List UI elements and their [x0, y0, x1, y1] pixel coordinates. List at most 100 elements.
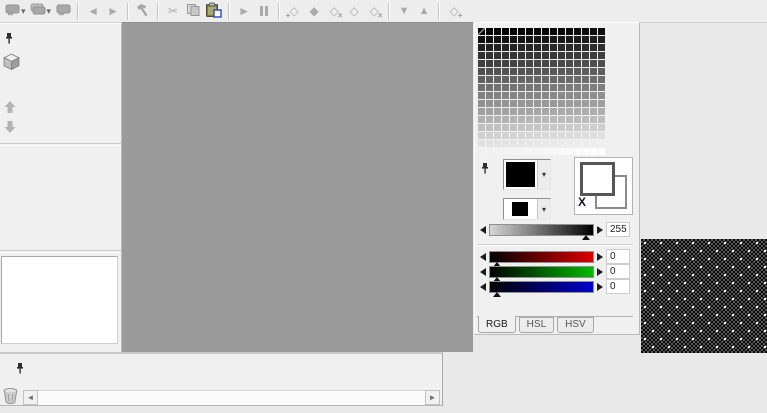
- palette-cell[interactable]: [502, 28, 509, 35]
- palette-cell[interactable]: [542, 36, 549, 43]
- palette-cell[interactable]: [478, 100, 485, 107]
- palette-cell[interactable]: [478, 60, 485, 67]
- palette-cell[interactable]: [478, 52, 485, 59]
- palette-cell[interactable]: [566, 92, 573, 99]
- palette-cell[interactable]: [526, 140, 533, 147]
- palette-cell[interactable]: [494, 148, 501, 155]
- palette-cell[interactable]: [590, 28, 597, 35]
- palette-cell[interactable]: [542, 116, 549, 123]
- palette-cell[interactable]: [574, 68, 581, 75]
- palette-cell[interactable]: [518, 60, 525, 67]
- palette-cell[interactable]: [542, 76, 549, 83]
- palette-cell[interactable]: [510, 60, 517, 67]
- palette-cell[interactable]: [542, 28, 549, 35]
- palette-cell[interactable]: [598, 76, 605, 83]
- palette-cell[interactable]: [558, 76, 565, 83]
- palette-cell[interactable]: [574, 36, 581, 43]
- palette-cell[interactable]: [494, 92, 501, 99]
- palette-cell[interactable]: [526, 76, 533, 83]
- palette-cell[interactable]: [558, 68, 565, 75]
- move-frame-down-button[interactable]: ▼: [394, 1, 414, 21]
- secondary-color-combo[interactable]: ▾: [503, 198, 551, 220]
- palette-cell[interactable]: [478, 84, 485, 91]
- play-button[interactable]: ►: [234, 1, 254, 21]
- palette-cell[interactable]: [566, 116, 573, 123]
- preview-window[interactable]: [641, 239, 767, 353]
- palette-cell[interactable]: [478, 76, 485, 83]
- palette-cell[interactable]: [494, 140, 501, 147]
- palette-cell[interactable]: [582, 148, 589, 155]
- palette-cell[interactable]: [566, 84, 573, 91]
- palette-cell[interactable]: [566, 100, 573, 107]
- palette-cell[interactable]: [590, 36, 597, 43]
- next-frame-button[interactable]: ►: [103, 1, 123, 21]
- palette-cell[interactable]: [574, 84, 581, 91]
- palette-cell[interactable]: [582, 28, 589, 35]
- palette-cell[interactable]: [582, 60, 589, 67]
- palette-cell[interactable]: [566, 44, 573, 51]
- palette-cell[interactable]: [486, 84, 493, 91]
- capture-single-button[interactable]: [53, 1, 73, 21]
- palette-cell[interactable]: [598, 148, 605, 155]
- palette-cell[interactable]: [502, 68, 509, 75]
- palette-cell[interactable]: [590, 76, 597, 83]
- hscroll-right-button[interactable]: ►: [425, 390, 440, 405]
- palette-cell[interactable]: [510, 108, 517, 115]
- palette-cell[interactable]: [582, 52, 589, 59]
- palette-cell[interactable]: [566, 28, 573, 35]
- hscroll-track[interactable]: [38, 390, 425, 405]
- palette-cell[interactable]: [534, 116, 541, 123]
- palette-cell[interactable]: [502, 100, 509, 107]
- palette-cell[interactable]: [478, 44, 485, 51]
- palette-cell[interactable]: [550, 60, 557, 67]
- palette-cell[interactable]: [518, 148, 525, 155]
- palette-cell[interactable]: [486, 76, 493, 83]
- palette-cell[interactable]: [526, 100, 533, 107]
- palette-cell[interactable]: [502, 36, 509, 43]
- trash-icon[interactable]: [2, 387, 19, 408]
- palette-cell[interactable]: [590, 124, 597, 131]
- palette-cell[interactable]: [502, 52, 509, 59]
- blue-slider-decrement[interactable]: [480, 282, 486, 291]
- palette-cell[interactable]: [542, 92, 549, 99]
- palette-cell[interactable]: [510, 76, 517, 83]
- palette-cell[interactable]: [574, 92, 581, 99]
- red-value-input[interactable]: [606, 249, 630, 264]
- palette-cell[interactable]: [542, 100, 549, 107]
- alpha-slider-thumb[interactable]: [582, 234, 590, 240]
- capture-multi-dropdown-button[interactable]: ▾: [28, 1, 54, 21]
- palette-cell[interactable]: [574, 116, 581, 123]
- palette-cell[interactable]: [590, 132, 597, 139]
- onion-skin-button[interactable]: ◇ +: [444, 1, 464, 21]
- green-value-input[interactable]: [606, 264, 630, 279]
- palette-cell[interactable]: [558, 92, 565, 99]
- palette-cell[interactable]: [502, 116, 509, 123]
- delete-all-frames-button[interactable]: ◇ ×: [364, 1, 384, 21]
- palette-cell[interactable]: [542, 132, 549, 139]
- palette-cell[interactable]: [558, 108, 565, 115]
- palette-cell[interactable]: [534, 100, 541, 107]
- palette-cell[interactable]: [598, 68, 605, 75]
- duplicate-frame-button[interactable]: ◆: [304, 1, 324, 21]
- palette-cell[interactable]: [486, 44, 493, 51]
- palette-cell[interactable]: [550, 92, 557, 99]
- palette-cell[interactable]: [486, 60, 493, 67]
- palette-cell[interactable]: [510, 28, 517, 35]
- palette-cell[interactable]: [518, 116, 525, 123]
- palette-cell[interactable]: [582, 132, 589, 139]
- palette-cell[interactable]: [534, 68, 541, 75]
- palette-cell[interactable]: [574, 124, 581, 131]
- palette-cell[interactable]: [542, 140, 549, 147]
- palette-cell[interactable]: [558, 124, 565, 131]
- palette-cell[interactable]: [550, 44, 557, 51]
- palette-cell[interactable]: [598, 92, 605, 99]
- palette-cell[interactable]: [510, 36, 517, 43]
- palette-cell[interactable]: [566, 52, 573, 59]
- palette-cell[interactable]: [590, 44, 597, 51]
- palette-cell[interactable]: [526, 108, 533, 115]
- palette-cell[interactable]: [486, 148, 493, 155]
- palette-cell[interactable]: [486, 140, 493, 147]
- palette-cell[interactable]: [477, 27, 486, 36]
- tab-hsl[interactable]: HSL: [518, 317, 555, 333]
- palette-cell[interactable]: [574, 52, 581, 59]
